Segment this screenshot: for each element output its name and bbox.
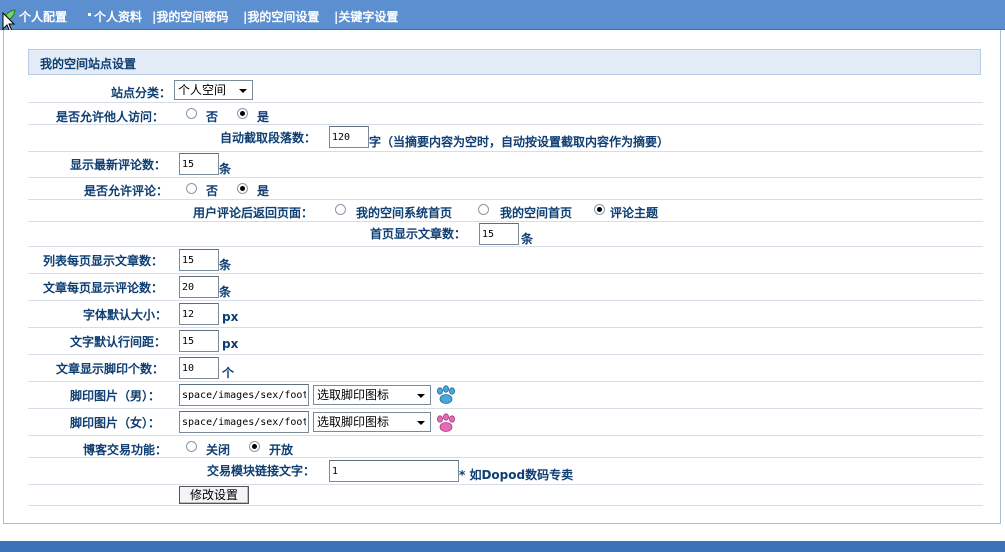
comment-return-opt1-radio[interactable]: [335, 204, 346, 215]
trade-link-text-note: * 如Dopod数码专卖: [459, 468, 574, 482]
site-category-label: 站点分类：: [111, 86, 172, 100]
article-comments-input[interactable]: [179, 276, 219, 298]
allow-comment-label: 是否允许评论：: [84, 184, 169, 198]
row-comment-return: 用户评论后返回页面： 我的空间系统首页 我的空间首页 评论主题: [28, 200, 983, 222]
comment-return-opt3-radio[interactable]: [594, 204, 605, 215]
nav-space-password[interactable]: |我的空间密码: [152, 8, 228, 25]
list-articles-label: 列表每页显示文章数：: [43, 254, 164, 268]
footprint-male-select[interactable]: 选取脚印图标: [313, 385, 431, 405]
auto-excerpt-input[interactable]: [329, 126, 369, 148]
row-auto-excerpt: 自动截取段落数： 字（当摘要内容为空时，自动按设置截取内容作为摘要）: [28, 125, 983, 152]
latest-comments-unit: 条: [219, 162, 232, 176]
line-height-unit: px: [222, 337, 239, 351]
font-size-label: 字体默认大小：: [83, 308, 168, 322]
row-latest-comments: 显示最新评论数： 条: [28, 152, 983, 178]
chevron-down-icon: [417, 394, 425, 398]
trade-link-text-label: 交易模块链接文字：: [207, 464, 316, 478]
home-articles-input[interactable]: [479, 223, 519, 245]
footprints-input[interactable]: [179, 357, 219, 379]
footprint-male-label: 脚印图片（男）：: [70, 389, 161, 403]
bottom-bar: [0, 541, 1005, 552]
article-comments-label: 文章每页显示评论数：: [43, 281, 164, 295]
chevron-down-icon: [417, 421, 425, 425]
footprint-male-select-value: 选取脚印图标: [317, 388, 390, 402]
auto-excerpt-label: 自动截取段落数：: [220, 131, 317, 145]
settings-panel: 我的空间站点设置 站点分类： 个人空间 是否允许他人访问： 否 是 自动截取段落…: [3, 30, 1001, 524]
nav-keyword-settings[interactable]: |关键字设置: [334, 8, 398, 25]
footprint-female-select[interactable]: 选取脚印图标: [313, 412, 431, 432]
footprint-female-input[interactable]: [179, 411, 309, 433]
latest-comments-label: 显示最新评论数：: [70, 158, 167, 172]
site-category-select[interactable]: 个人空间: [174, 80, 253, 100]
home-articles-unit: 条: [521, 232, 534, 246]
auto-excerpt-note: 字（当摘要内容为空时，自动按设置截取内容作为摘要）: [369, 135, 670, 149]
comment-return-opt3-label: 评论主题: [610, 206, 659, 220]
chevron-down-icon: [239, 89, 247, 93]
blog-trade-on-label: 开放: [269, 443, 294, 457]
row-allow-comment: 是否允许评论： 否 是: [28, 178, 983, 200]
row-article-comments: 文章每页显示评论数： 条: [28, 274, 983, 301]
font-size-unit: px: [222, 310, 239, 324]
list-articles-unit: 条: [219, 258, 232, 272]
row-list-articles: 列表每页显示文章数： 条: [28, 247, 983, 274]
nav-personal-info[interactable]: 个人资料: [94, 8, 142, 25]
save-settings-button[interactable]: 修改设置: [179, 486, 249, 504]
allow-visit-yes-label: 是: [257, 110, 270, 124]
blog-trade-off-radio[interactable]: [186, 441, 197, 452]
comment-return-opt2-radio[interactable]: [478, 204, 489, 215]
comment-return-label: 用户评论后返回页面：: [193, 206, 314, 220]
allow-visit-label: 是否允许他人访问：: [56, 110, 165, 124]
nav-bullet: [88, 13, 91, 16]
row-site-category: 站点分类： 个人空间: [28, 78, 983, 103]
row-blog-trade: 博客交易功能： 关闭 开放: [28, 436, 983, 458]
row-submit: 修改设置: [28, 485, 983, 506]
comment-return-opt1-label: 我的空间系统首页: [356, 206, 453, 220]
blog-trade-off-label: 关闭: [206, 443, 231, 457]
section-header: 我的空间站点设置: [28, 49, 981, 75]
blog-trade-label: 博客交易功能：: [83, 443, 168, 457]
nav-personal-config[interactable]: 个人配置: [19, 8, 67, 25]
blue-paw-icon: [437, 385, 455, 404]
trade-link-text-input[interactable]: [329, 460, 459, 482]
allow-visit-no-label: 否: [206, 110, 219, 124]
section-title: 我的空间站点设置: [40, 57, 137, 71]
allow-comment-yes-label: 是: [257, 184, 270, 198]
article-comments-unit: 条: [219, 285, 232, 299]
font-size-input[interactable]: [179, 303, 219, 325]
line-height-input[interactable]: [179, 330, 219, 352]
allow-visit-yes-radio[interactable]: [237, 108, 248, 119]
allow-comment-no-label: 否: [206, 184, 219, 198]
nav-space-settings[interactable]: |我的空间设置: [243, 8, 319, 25]
footprint-male-input[interactable]: [179, 384, 309, 406]
allow-visit-no-radio[interactable]: [186, 108, 197, 119]
row-font-size: 字体默认大小： px: [28, 301, 983, 328]
row-allow-visit: 是否允许他人访问： 否 是: [28, 103, 983, 125]
site-category-value: 个人空间: [178, 83, 227, 97]
home-articles-label: 首页显示文章数：: [370, 227, 467, 241]
list-articles-input[interactable]: [179, 249, 219, 271]
row-footprints: 文章显示脚印个数： 个: [28, 355, 983, 382]
line-height-label: 文字默认行间距：: [70, 335, 167, 349]
row-trade-link-text: 交易模块链接文字： * 如Dopod数码专卖: [28, 458, 983, 485]
row-line-height: 文字默认行间距： px: [28, 328, 983, 355]
blog-trade-on-radio[interactable]: [249, 441, 260, 452]
footprints-label: 文章显示脚印个数：: [56, 362, 165, 376]
allow-comment-no-radio[interactable]: [186, 183, 197, 194]
row-footprint-female: 脚印图片（女）： 选取脚印图标: [28, 409, 983, 436]
footprint-female-label: 脚印图片（女）：: [70, 416, 161, 430]
footprints-unit: 个: [222, 366, 235, 380]
comment-return-opt2-label: 我的空间首页: [500, 206, 573, 220]
top-nav-bar: 个人配置 个人资料 |我的空间密码 |我的空间设置 |关键字设置: [0, 0, 1005, 33]
row-footprint-male: 脚印图片（男）： 选取脚印图标: [28, 382, 983, 409]
row-home-articles: 首页显示文章数： 条: [28, 222, 983, 247]
latest-comments-input[interactable]: [179, 153, 219, 175]
allow-comment-yes-radio[interactable]: [237, 183, 248, 194]
pink-paw-icon: [437, 413, 455, 432]
footprint-female-select-value: 选取脚印图标: [317, 415, 390, 429]
